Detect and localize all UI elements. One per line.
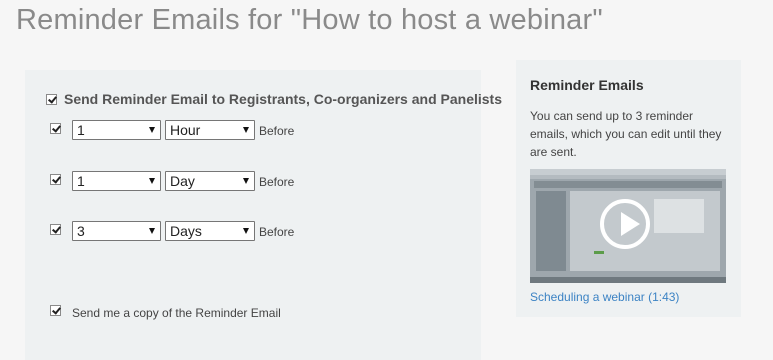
reminder-3-before-label: Before — [259, 225, 295, 239]
send-copy-checkbox[interactable] — [50, 305, 61, 316]
video-link[interactable]: Scheduling a webinar (1:43) — [530, 290, 679, 304]
reminder-2-amount-select[interactable]: 1 — [72, 171, 161, 191]
chevron-down-icon — [149, 178, 155, 184]
chevron-down-icon — [243, 127, 249, 133]
reminder-1-unit-select[interactable]: Hour — [165, 120, 255, 140]
reminder-1-amount-value: 1 — [77, 122, 85, 138]
chevron-down-icon — [149, 127, 155, 133]
reminder-1-unit-value: Hour — [170, 122, 201, 138]
help-title: Reminder Emails — [530, 77, 644, 93]
reminder-2-checkbox[interactable] — [50, 174, 61, 185]
play-icon[interactable] — [600, 199, 650, 249]
reminder-1-amount-select[interactable]: 1 — [72, 120, 161, 140]
reminder-row-3: 3 Days Before — [25, 221, 481, 245]
reminder-row-1: 1 Hour Before — [25, 120, 481, 144]
chevron-down-icon — [149, 228, 155, 234]
reminder-2-unit-select[interactable]: Day — [165, 171, 255, 191]
reminder-3-checkbox[interactable] — [50, 224, 61, 235]
reminder-settings-panel: Send Reminder Email to Registrants, Co-o… — [25, 70, 502, 360]
reminder-3-amount-value: 3 — [77, 223, 85, 239]
chevron-down-icon — [243, 228, 249, 234]
reminder-2-before-label: Before — [259, 175, 295, 189]
send-reminder-label: Send Reminder Email to Registrants, Co-o… — [64, 91, 502, 107]
reminder-3-amount-select[interactable]: 3 — [72, 221, 161, 241]
page-title: Reminder Emails for "How to host a webin… — [16, 4, 603, 36]
reminder-2-unit-value: Day — [170, 173, 195, 189]
send-copy-label: Send me a copy of the Reminder Email — [72, 306, 281, 320]
send-reminder-checkbox[interactable] — [46, 94, 57, 105]
reminder-3-unit-value: Days — [170, 223, 202, 239]
reminder-1-before-label: Before — [259, 124, 295, 138]
help-panel: Reminder Emails You can send up to 3 rem… — [516, 60, 741, 317]
video-thumbnail[interactable] — [530, 169, 726, 283]
reminder-1-checkbox[interactable] — [50, 123, 61, 134]
reminder-row-2: 1 Day Before — [25, 171, 481, 195]
reminder-2-amount-value: 1 — [77, 173, 85, 189]
help-description: You can send up to 3 reminder emails, wh… — [530, 109, 722, 159]
reminder-3-unit-select[interactable]: Days — [165, 221, 255, 241]
chevron-down-icon — [243, 178, 249, 184]
